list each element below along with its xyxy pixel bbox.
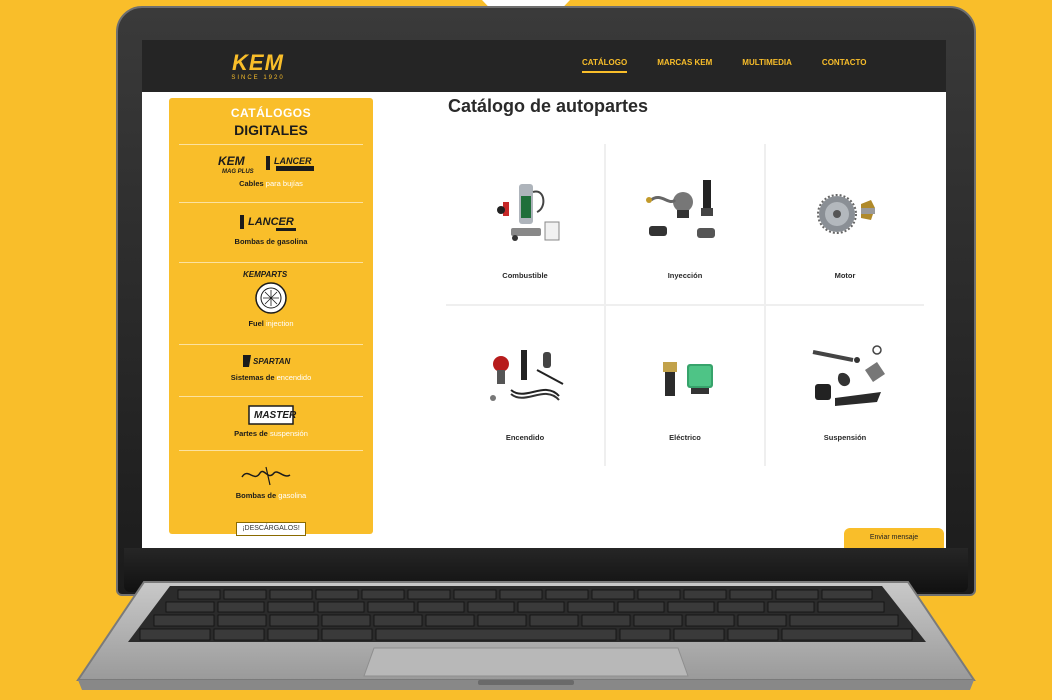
download-button[interactable]: ¡DESCÁRGALOS! [236,522,306,536]
category-card-suspension[interactable]: Suspensión [766,306,924,466]
sidebar-item-label: Sistemas de encendido [230,373,312,382]
category-label: Suspensión [823,433,867,442]
sidebar-item-cables[interactable]: KEM MAG PLUS LANCER Cables para bujías [179,144,363,202]
category-card-encendido[interactable]: Encendido [446,306,604,466]
suspension-parts-image [812,345,885,406]
kemparts-badge-icon [255,282,287,314]
sidebar-item-suspension[interactable]: MASTER Partes de suspensión [179,396,363,450]
sidebar-item-label: Fuel injection [248,319,294,328]
sidebar-item-label: Bombas de gasolina [234,237,308,246]
ignition-parts-image [490,350,564,401]
laptop-keyboard-base [76,581,976,690]
svg-text:KEMPARTS: KEMPARTS [243,270,288,279]
category-label: Inyección [667,271,703,280]
sidebar-item-label: Cables para bujías [239,179,303,188]
sidebar-item-bombas-waltham[interactable]: Bombas de gasolina [179,450,363,514]
sidebar-item-encendido[interactable]: SPARTAN Sistemas de encendido [179,344,363,396]
logo-word: KEM [232,50,284,75]
category-card-combustible[interactable]: Combustible [446,144,604,304]
category-label: Motor [834,271,856,280]
lancer-logo-icon: LANCER [240,215,296,231]
svg-text:LANCER: LANCER [248,216,294,228]
svg-text:MASTER: MASTER [254,410,297,421]
electrical-parts-image [663,362,713,396]
svg-text:KEM: KEM [218,154,246,168]
category-label: Eléctrico [669,433,701,442]
category-card-inyeccion[interactable]: Inyección [606,144,764,304]
send-message-button[interactable]: Enviar mensaje [844,528,944,548]
category-grid: Combustible Inyección Motor Encendido El… [446,144,924,466]
catalog-sidebar: CATÁLOGOS DIGITALES KEM MAG PLUS LANCER … [169,98,373,536]
engine-parts-image [817,194,875,234]
spartan-logo-icon: SPARTAN [243,355,291,367]
waltham-script-logo-icon [241,466,291,486]
sidebar-item-bombas-lancer[interactable]: LANCER Bombas de gasolina [179,202,363,262]
injection-parts-image [646,180,715,238]
nav-multimedia[interactable]: MULTIMEDIA [742,58,792,73]
kem-logo[interactable]: KEM SINCE 1920 [208,52,308,82]
kem-lancer-logo: KEM MAG PLUS LANCER [179,153,363,175]
category-label: Combustible [502,271,548,280]
sidebar-item-fuel-injection[interactable]: KEMPARTS Fuel injection [179,262,363,344]
svg-text:SPARTAN: SPARTAN [253,357,291,366]
kemparts-logo: KEMPARTS [179,269,363,315]
fuel-pump-image [497,184,560,241]
nav-links: CATÁLOGO MARCAS KEM MULTIMEDIA CONTACTO [582,58,867,73]
category-card-electrico[interactable]: Eléctrico [606,306,764,466]
category-label: Encendido [505,433,545,442]
kemparts-wordmark-icon: KEMPARTS [243,270,288,279]
category-card-motor[interactable]: Motor [766,144,924,304]
nav-marcas-kem[interactable]: MARCAS KEM [657,58,712,73]
nav-catalogo[interactable]: CATÁLOGO [582,58,628,73]
svg-text:LANCER: LANCER [274,156,312,166]
svg-text:MAG PLUS: MAG PLUS [222,169,254,175]
page-title: Catálogo de autopartes [448,96,649,116]
sidebar-title-line2: DIGITALES [234,122,308,138]
sidebar-item-label: Bombas de gasolina [235,491,307,500]
master-logo: MASTER [179,405,363,425]
spartan-logo: SPARTAN [179,353,363,369]
website-screen: KEM SINCE 1920 CATÁLOGO MARCAS KEM MULTI… [142,40,946,548]
waltham-logo [179,463,363,487]
kem-lancer-logo-icon: KEM MAG PLUS LANCER [218,154,314,175]
master-logo-icon: MASTER [248,405,297,425]
sidebar-title-line1: CATÁLOGOS [230,106,312,120]
nav-contacto[interactable]: CONTACTO [822,58,867,73]
site-navbar: KEM SINCE 1920 CATÁLOGO MARCAS KEM MULTI… [142,40,946,92]
lancer-logo: LANCER [179,213,363,233]
logo-tagline: SINCE 1920 [231,75,285,81]
sidebar-item-label: Partes de suspensión [234,429,308,438]
